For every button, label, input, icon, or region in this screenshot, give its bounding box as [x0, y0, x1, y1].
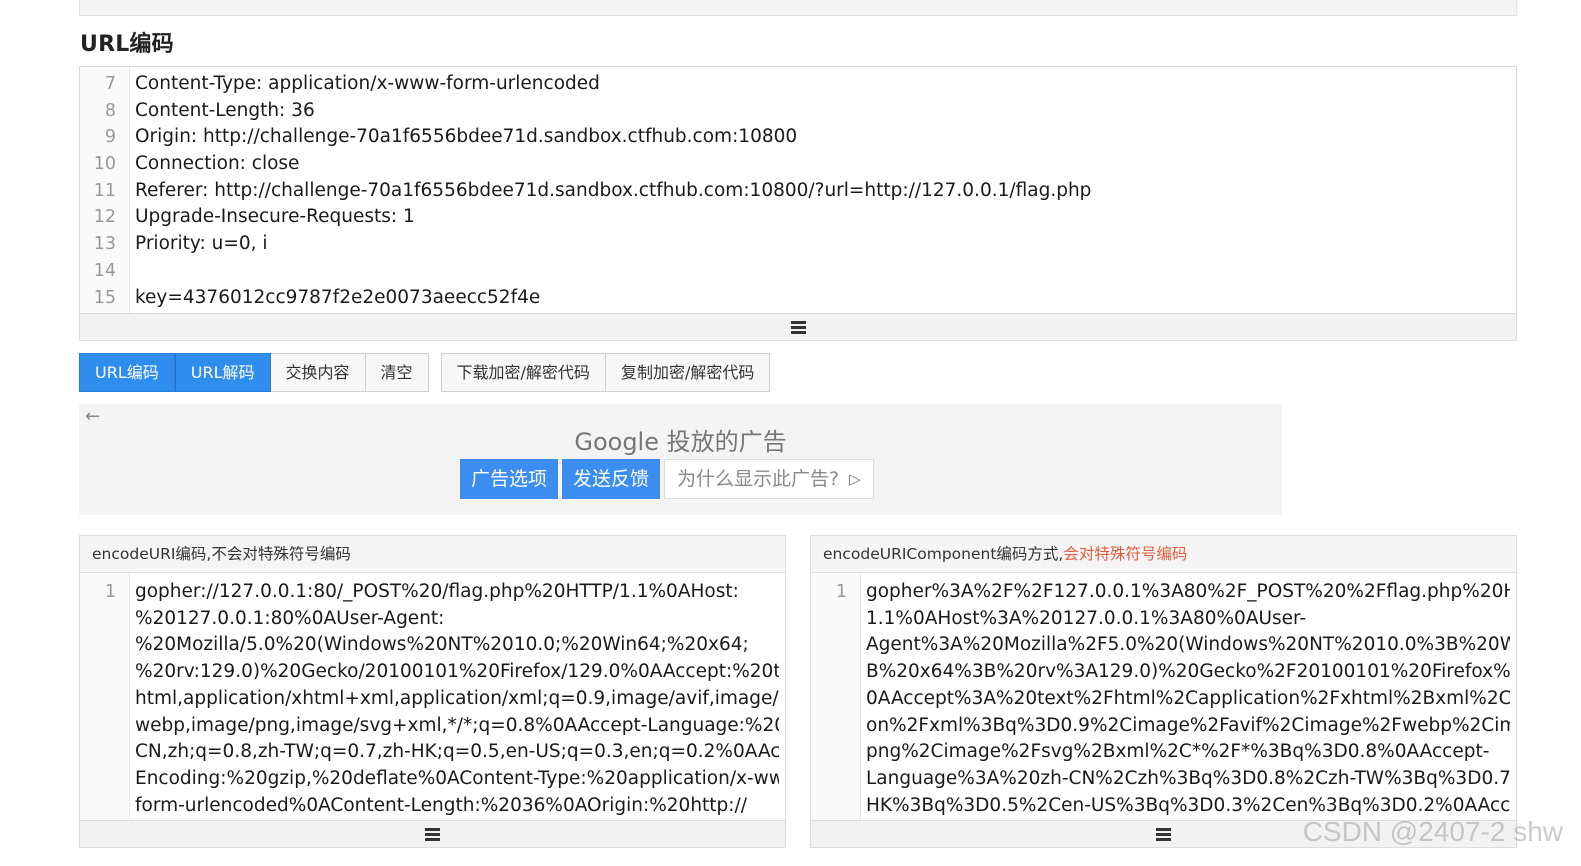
output-line[interactable]: html,application/xhtml+xml,application/x…	[135, 686, 779, 713]
url-encode-button[interactable]: URL编码	[79, 353, 175, 392]
line-number: 1	[835, 582, 847, 602]
line-text[interactable]: Origin: http://challenge-70a1f6556bdee71…	[135, 124, 797, 151]
output-line[interactable]: form-urlencoded%0AContent-Length:%2036%0…	[135, 793, 779, 820]
encodeuri-output[interactable]: 1 gopher://127.0.0.1:80/_POST%20/flag.ph…	[80, 573, 785, 820]
code-line[interactable]: 7 Content-Type: application/x-www-form-u…	[80, 71, 1516, 98]
line-text[interactable]: Referer: http://challenge-70a1f6556bdee7…	[135, 178, 1091, 205]
output-line[interactable]: Language%3A%20zh-CN%2Czh%3Bq%3D0.8%2Czh-…	[866, 766, 1510, 793]
line-number: 7	[104, 74, 116, 94]
panel-title-warning: 会对特殊符号编码	[1063, 545, 1188, 563]
line-text[interactable]: key=4376012cc9787f2e2e0073aeecc52f4e	[135, 285, 540, 312]
download-code-button[interactable]: 下载加密/解密代码	[440, 353, 606, 392]
line-text[interactable]: Upgrade-Insecure-Requests: 1	[135, 204, 415, 231]
line-gutter	[80, 573, 130, 820]
output-line[interactable]: on%2Fxml%3Bq%3D0.9%2Cimage%2Favif%2Cimag…	[866, 713, 1510, 740]
ad-title: Google 投放的广告	[574, 428, 787, 456]
why-this-ad-button[interactable]: 为什么显示此广告? ▷	[664, 459, 874, 499]
code-line[interactable]: 11 Referer: http://challenge-70a1f6556bd…	[80, 178, 1516, 205]
code-line[interactable]: 9 Origin: http://challenge-70a1f6556bdee…	[80, 124, 1516, 151]
panel-title: encodeURIComponent编码方式,会对特殊符号编码	[811, 536, 1516, 573]
line-number: 14	[93, 260, 116, 281]
line-text[interactable]: Content-Length: 36	[135, 98, 315, 125]
copy-code-button[interactable]: 复制加密/解密代码	[605, 353, 771, 392]
encodeuricomponent-panel: encodeURIComponent编码方式,会对特殊符号编码 1 gopher…	[810, 535, 1517, 848]
menu-icon	[425, 828, 440, 841]
line-number: 11	[93, 180, 116, 201]
ad-buttons: 广告选项 发送反馈 为什么显示此广告? ▷	[460, 459, 874, 499]
panel-resize-handle[interactable]	[80, 820, 785, 847]
code-button-group: 下载加密/解密代码 复制加密/解密代码	[440, 353, 771, 392]
output-line[interactable]: 1.1%0AHost%3A%20127.0.0.1%3A80%0AUser-	[866, 606, 1510, 633]
output-line[interactable]: Agent%3A%20Mozilla%2F5.0%20(Windows%20NT…	[866, 632, 1510, 659]
why-this-ad-label: 为什么显示此广告?	[677, 468, 840, 490]
output-line[interactable]: gopher%3A%2F%2F127.0.0.1%3A80%2F_POST%20…	[866, 579, 1510, 606]
output-line[interactable]: %20rv:129.0)%20Gecko/20100101%20Firefox/…	[135, 659, 779, 686]
output-line[interactable]: CN,zh;q=0.8,zh-TW;q=0.7,zh-HK;q=0.5,en-U…	[135, 739, 779, 766]
ad-options-button[interactable]: 广告选项	[460, 459, 559, 499]
panel-title-text: encodeURIComponent编码方式,	[823, 545, 1064, 563]
line-text[interactable]: Priority: u=0, i	[135, 231, 268, 258]
line-number: 1	[104, 582, 116, 602]
code-line[interactable]: 12 Upgrade-Insecure-Requests: 1	[80, 204, 1516, 231]
encode-button-group: URL编码 URL解码 交换内容 清空	[79, 353, 429, 392]
output-line[interactable]: webp,image/png,image/svg+xml,*/*;q=0.8%0…	[135, 713, 779, 740]
page-title: URL编码	[80, 32, 174, 57]
menu-icon	[1156, 828, 1171, 841]
line-text[interactable]: Content-Type: application/x-www-form-url…	[135, 71, 600, 98]
watermark: CSDN @2407-2 shw	[1302, 816, 1563, 847]
line-number: 8	[104, 100, 116, 121]
output-line[interactable]: gopher://127.0.0.1:80/_POST%20/flag.php%…	[135, 579, 779, 606]
code-line[interactable]: 13 Priority: u=0, i	[80, 231, 1516, 258]
url-decode-button[interactable]: URL解码	[174, 353, 271, 392]
adchoices-icon: ▷	[849, 470, 861, 488]
action-toolbar: URL编码 URL解码 交换内容 清空 下载加密/解密代码 复制加密/解密代码	[79, 353, 771, 392]
code-line[interactable]: 8 Content-Length: 36	[80, 98, 1516, 125]
encodeuri-panel: encodeURI编码,不会对特殊符号编码 1 gopher://127.0.0…	[79, 535, 786, 848]
output-line[interactable]: %20127.0.0.1:80%0AUser-Agent:	[135, 606, 779, 633]
editor-lines[interactable]: 7 Content-Type: application/x-www-form-u…	[80, 71, 1516, 313]
panel-title: encodeURI编码,不会对特殊符号编码	[80, 536, 785, 573]
google-ad: ← Google 投放的广告 广告选项 发送反馈 为什么显示此广告? ▷	[79, 404, 1282, 515]
output-line[interactable]: Encoding:%20gzip,%20deflate%0AContent-Ty…	[135, 766, 779, 793]
line-number: 15	[93, 287, 116, 308]
output-line[interactable]: 0AAccept%3A%20text%2Fhtml%2Capplication%…	[866, 686, 1510, 713]
line-number: 10	[93, 154, 116, 175]
top-panel-edge	[79, 0, 1517, 16]
output-line[interactable]: %20Mozilla/5.0%20(Windows%20NT%2010.0;%2…	[135, 632, 779, 659]
code-line[interactable]: 10 Connection: close	[80, 151, 1516, 178]
output-text[interactable]: gopher%3A%2F%2F127.0.0.1%3A80%2F_POST%20…	[866, 579, 1510, 820]
encodeuricomponent-output[interactable]: 1 gopher%3A%2F%2F127.0.0.1%3A80%2F_POST%…	[811, 573, 1516, 820]
line-number: 12	[93, 207, 116, 228]
line-text[interactable]: Connection: close	[135, 151, 299, 178]
line-number: 9	[104, 127, 116, 148]
code-line[interactable]: 14	[80, 258, 1516, 285]
output-text[interactable]: gopher://127.0.0.1:80/_POST%20/flag.php%…	[135, 579, 779, 820]
line-number: 13	[93, 234, 116, 255]
menu-icon	[790, 321, 806, 334]
ad-feedback-button[interactable]: 发送反馈	[562, 459, 661, 499]
input-editor[interactable]: 7 Content-Type: application/x-www-form-u…	[79, 66, 1517, 341]
line-gutter	[811, 573, 861, 820]
output-line[interactable]: png%2Cimage%2Fsvg%2Bxml%2C*%2F*%3Bq%3D0.…	[866, 739, 1510, 766]
clear-button[interactable]: 清空	[365, 353, 429, 392]
output-line[interactable]: B%20x64%3B%20rv%3A129.0)%20Gecko%2F20100…	[866, 659, 1510, 686]
code-line[interactable]: 15 key=4376012cc9787f2e2e0073aeecc52f4e	[80, 285, 1516, 312]
editor-resize-handle[interactable]	[80, 313, 1516, 340]
swap-content-button[interactable]: 交换内容	[270, 353, 366, 392]
page: URL编码 7 Content-Type: application/x-www-…	[0, 0, 1581, 866]
